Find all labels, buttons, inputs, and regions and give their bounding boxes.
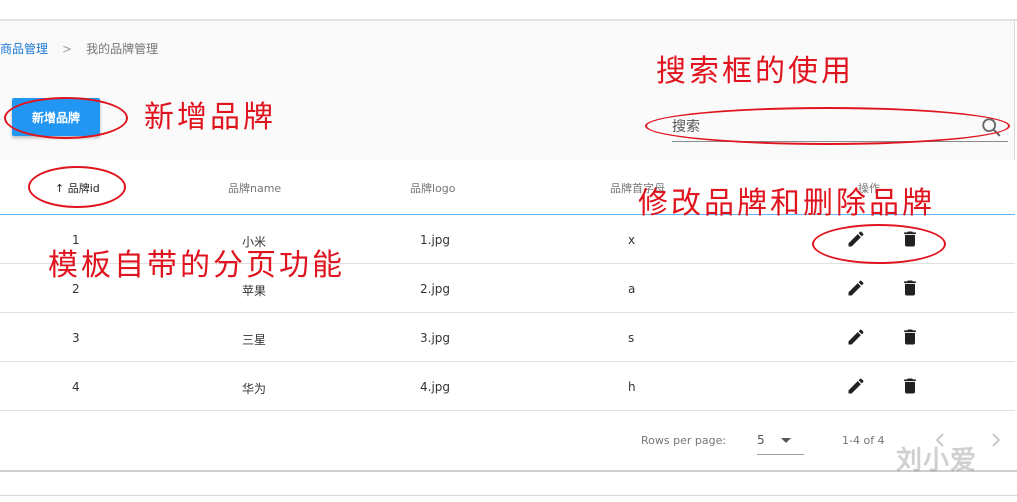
delete-trash-icon[interactable]: [900, 327, 920, 347]
annotation-pagination-note: 模板自带的分页功能: [48, 248, 345, 283]
rows-per-page-select[interactable]: 5: [757, 431, 804, 455]
rows-per-page-value: 5: [757, 433, 765, 447]
annotation-circle-search: [645, 107, 1010, 145]
cell-logo: 2.jpg: [420, 282, 451, 296]
edit-pencil-icon[interactable]: [846, 376, 866, 396]
delete-trash-icon[interactable]: [900, 376, 920, 396]
breadcrumb-separator: >: [62, 41, 73, 56]
cell-id: 2: [72, 282, 80, 296]
breadcrumb: 商品管理 > 我的品牌管理: [0, 40, 158, 57]
breadcrumb-parent-link[interactable]: 商品管理: [0, 40, 48, 57]
bottom-divider: [0, 470, 1017, 472]
annotation-add-note: 新增品牌: [144, 100, 276, 135]
column-header-logo[interactable]: 品牌logo: [410, 180, 456, 196]
watermark: 刘小爱: [896, 446, 978, 476]
edit-pencil-icon[interactable]: [846, 278, 866, 298]
annotation-circle-actions: [812, 224, 946, 264]
cell-letter: h: [628, 380, 636, 394]
table-row: 3 三星 3.jpg s: [0, 313, 1015, 362]
chevron-right-icon[interactable]: [988, 431, 1004, 449]
annotation-circle-sort-header: [28, 166, 126, 208]
table-row: 4 华为 4.jpg h: [0, 362, 1015, 411]
cell-id: 3: [72, 331, 80, 345]
cell-logo: 4.jpg: [420, 380, 451, 394]
annotation-circle-add-button: [4, 97, 128, 139]
cell-letter: a: [628, 282, 636, 296]
table-pagination: Rows per page: 5 1-4 of 4: [0, 411, 1015, 470]
edit-pencil-icon[interactable]: [846, 327, 866, 347]
annotation-edit-delete-note: 修改品牌和删除品牌: [638, 186, 935, 221]
cell-name: 华为: [242, 382, 267, 396]
cell-logo: 1.jpg: [420, 233, 451, 247]
footer-divider: [0, 495, 1017, 496]
cell-name: 苹果: [242, 284, 267, 298]
column-header-name[interactable]: 品牌name: [228, 180, 281, 196]
cell-letter: s: [628, 331, 635, 345]
delete-trash-icon[interactable]: [900, 278, 920, 298]
cell-letter: x: [628, 233, 636, 247]
annotation-search-note: 搜索框的使用: [656, 54, 854, 89]
cell-name: 三星: [242, 333, 267, 347]
rows-per-page-label: Rows per page:: [641, 434, 727, 447]
cell-id: 4: [72, 380, 80, 394]
breadcrumb-current: 我的品牌管理: [86, 42, 159, 56]
cell-logo: 3.jpg: [420, 331, 451, 345]
caret-down-icon: [781, 438, 791, 443]
page-range-text: 1-4 of 4: [842, 434, 885, 447]
